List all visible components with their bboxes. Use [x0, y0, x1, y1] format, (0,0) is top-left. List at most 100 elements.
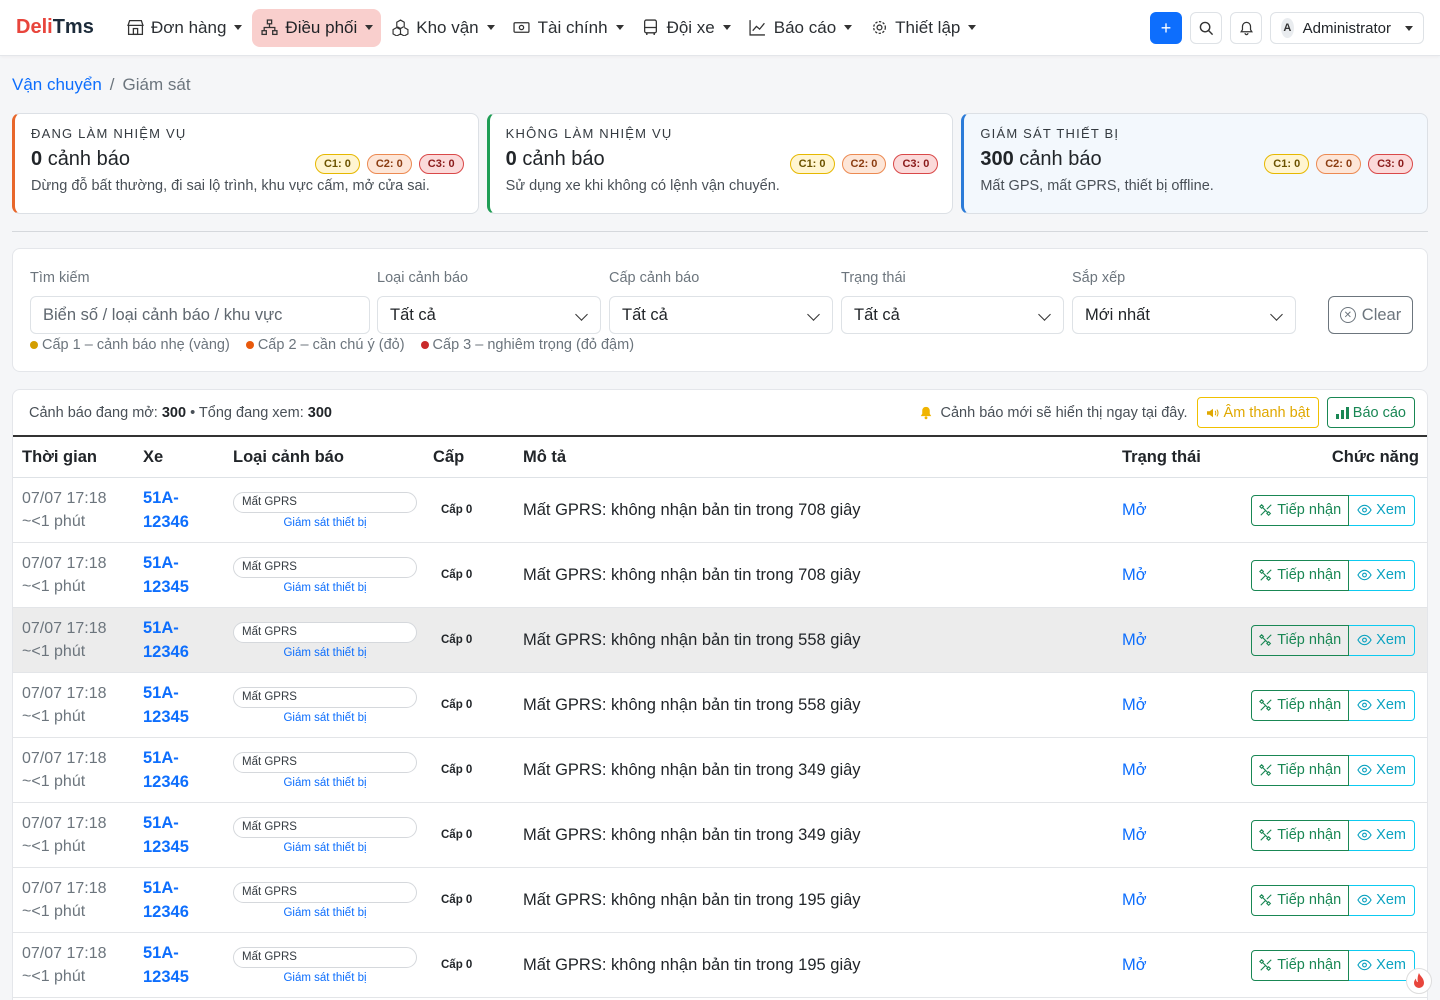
pill-c2: C2: 0 — [841, 154, 887, 174]
search-input[interactable]: Biển số / loại cảnh báo / khu vực — [30, 296, 370, 334]
plate-part1: 51A- — [143, 814, 179, 832]
eye-icon — [1357, 959, 1372, 971]
cell-vehicle[interactable]: 51A- 12345 — [143, 941, 233, 989]
brand-part2: Tms — [52, 16, 94, 38]
accept-button[interactable]: Tiếp nhận — [1251, 819, 1350, 851]
cell-vehicle[interactable]: 51A- 12346 — [143, 876, 233, 924]
total-label: • Tổng đang xem: — [190, 404, 304, 421]
report-label: Báo cáo — [1352, 404, 1406, 421]
accept-button[interactable]: Tiếp nhận — [1251, 624, 1350, 656]
divider — [12, 231, 1428, 232]
col-header-status[interactable]: Trạng thái — [1122, 448, 1242, 467]
time-value: 07/07 17:18 — [22, 750, 107, 767]
table-row[interactable]: 07/07 17:18 ~<1 phút 51A- 12346 Mất GPRS Giám… — [13, 868, 1427, 933]
view-button[interactable]: Xem — [1349, 884, 1415, 916]
accept-button[interactable]: Tiếp nhận — [1251, 559, 1350, 591]
view-button[interactable]: Xem — [1349, 559, 1415, 591]
table-row[interactable]: 07/07 17:18 ~<1 phút 51A- 12345 Mất GPRS Giám… — [13, 803, 1427, 868]
time-ago: ~<1 phút — [22, 968, 86, 985]
table-row[interactable]: 07/07 17:18 ~<1 phút 51A- 12345 Mất GPRS Giám… — [13, 673, 1427, 738]
accept-button[interactable]: Tiếp nhận — [1251, 754, 1350, 786]
alert-type-badge: Mất GPRS — [233, 686, 417, 708]
tools-icon — [1259, 568, 1272, 582]
nav-item-0[interactable]: Đơn hàng — [118, 9, 250, 47]
breadcrumb-parent[interactable]: Vận chuyển — [12, 75, 102, 94]
col-header-desc[interactable]: Mô tả — [523, 448, 1122, 467]
live-notice: Cảnh báo mới sẽ hiển thị ngay tại đây. — [919, 405, 1188, 421]
col-header-time[interactable]: Thời gian — [13, 448, 143, 467]
add-button[interactable]: + — [1150, 12, 1182, 44]
table-row[interactable]: 07/07 17:18 ~<1 phút 51A- 12346 Mất GPRS Giám… — [13, 608, 1427, 673]
view-button[interactable]: Xem — [1349, 494, 1415, 526]
cell-vehicle[interactable]: 51A- 12345 — [143, 551, 233, 599]
cell-desc: Mất GPRS: không nhận bản tin trong 708 g… — [523, 500, 861, 519]
view-button[interactable]: Xem — [1349, 689, 1415, 721]
open-count: 300 — [161, 404, 187, 421]
notification-button[interactable] — [1230, 12, 1262, 44]
nav-item-4[interactable]: Đội xe — [634, 9, 739, 47]
plate-part2: 12345 — [143, 578, 189, 596]
eye-icon — [1357, 764, 1372, 776]
chart-line-icon — [749, 19, 767, 37]
view-button[interactable]: Xem — [1349, 624, 1415, 656]
cell-vehicle[interactable]: 51A- 12345 — [143, 811, 233, 859]
alerts-table-panel: Cảnh báo đang mở: 300 • Tổng đang xem: 3… — [12, 389, 1428, 1000]
cell-status: Mở — [1122, 955, 1147, 974]
alert-card-2[interactable]: Giám sát thiết bị 300 cảnh báo Mất GPS, mấ… — [961, 113, 1429, 214]
level-legend: Cấp 1 – cảnh báo nhẹ (vàng) Cấp 2 – cần c… — [30, 337, 634, 353]
search-button[interactable] — [1190, 12, 1222, 44]
table-row[interactable]: 07/07 17:18 ~<1 phút 51A- 12346 Mất GPRS Giám… — [13, 478, 1427, 543]
level-select[interactable]: Tất cả — [609, 296, 833, 334]
breadcrumb: Vận chuyển / Giám sát — [12, 75, 191, 95]
table-row[interactable]: 07/07 17:18 ~<1 phút 51A- 12346 Mất GPRS Giám… — [13, 738, 1427, 803]
nav-item-2[interactable]: Kho vận — [383, 9, 502, 47]
cell-time: 07/07 17:18 ~<1 phút — [13, 747, 143, 793]
chevron-down-icon — [486, 25, 495, 30]
chevron-down-icon — [1405, 25, 1413, 31]
nav-item-1[interactable]: Điều phối — [252, 8, 382, 47]
clear-button[interactable]: ✕ Clear — [1328, 296, 1413, 334]
legend-dot — [30, 341, 38, 349]
cell-time: 07/07 17:18 ~<1 phút — [13, 942, 143, 988]
level-pills: C1: 0 C2: 0 C3: 0 — [1264, 154, 1414, 174]
table-row[interactable]: 07/07 17:18 ~<1 phút 51A- 12345 Mất GPRS Giám… — [13, 543, 1427, 608]
report-button[interactable]: Báo cáo — [1326, 397, 1415, 428]
card-desc: Sử dụng xe khi không có lệnh vận chuyển. — [505, 178, 780, 194]
col-header-level[interactable]: Cấp — [433, 448, 523, 467]
accept-button[interactable]: Tiếp nhận — [1251, 884, 1350, 916]
open-label: Cảnh báo đang mở: — [29, 404, 158, 421]
cell-vehicle[interactable]: 51A- 12346 — [143, 746, 233, 794]
table-row[interactable]: 07/07 17:18 ~<1 phút 51A- 12345 Mất GPRS Giám… — [13, 933, 1427, 998]
cell-level: Cấp 0 — [441, 959, 473, 971]
view-button[interactable]: Xem — [1349, 819, 1415, 851]
col-header-vehicle[interactable]: Xe — [143, 448, 233, 467]
user-menu[interactable]: A Administrator — [1270, 12, 1424, 44]
cell-vehicle[interactable]: 51A- 12346 — [143, 486, 233, 534]
navbar-actions: + A Administrator — [1150, 12, 1424, 44]
cell-vehicle[interactable]: 51A- 12345 — [143, 681, 233, 729]
plate-part1: 51A- — [143, 879, 179, 897]
sort-select[interactable]: Mới nhất — [1072, 296, 1296, 334]
accept-button[interactable]: Tiếp nhận — [1251, 494, 1350, 526]
accept-button[interactable]: Tiếp nhận — [1251, 949, 1350, 981]
col-header-type[interactable]: Loại cảnh báo — [233, 448, 433, 467]
type-select[interactable]: Tất cả — [377, 296, 601, 334]
alert-card-1[interactable]: Không làm nhiệm vụ 0 cảnh báo Sử dụng xe k… — [486, 113, 954, 214]
cell-level: Cấp 0 — [441, 764, 473, 776]
pill-c1: C1: 0 — [314, 154, 360, 174]
tools-icon — [1259, 503, 1272, 517]
nav-item-3[interactable]: Tài chính — [505, 9, 632, 47]
accept-button[interactable]: Tiếp nhận — [1251, 689, 1350, 721]
nav-item-6[interactable]: Thiết lập — [862, 9, 984, 47]
nav-item-label: Báo cáo — [773, 17, 837, 37]
brand-logo[interactable]: DeliTms — [16, 16, 106, 39]
cell-vehicle[interactable]: 51A- 12346 — [143, 616, 233, 664]
cell-actions: Tiếp nhận Xem — [1242, 689, 1427, 721]
alert-card-0[interactable]: Đang làm nhiệm vụ 0 cảnh báo Dừng đỗ bất t… — [12, 113, 479, 214]
fire-icon[interactable] — [1406, 968, 1432, 994]
view-button[interactable]: Xem — [1349, 949, 1415, 981]
sound-toggle-button[interactable]: Âm thanh bật — [1196, 397, 1319, 428]
nav-item-5[interactable]: Báo cáo — [741, 9, 860, 47]
view-button[interactable]: Xem — [1349, 754, 1415, 786]
status-select[interactable]: Tất cả — [841, 296, 1064, 334]
